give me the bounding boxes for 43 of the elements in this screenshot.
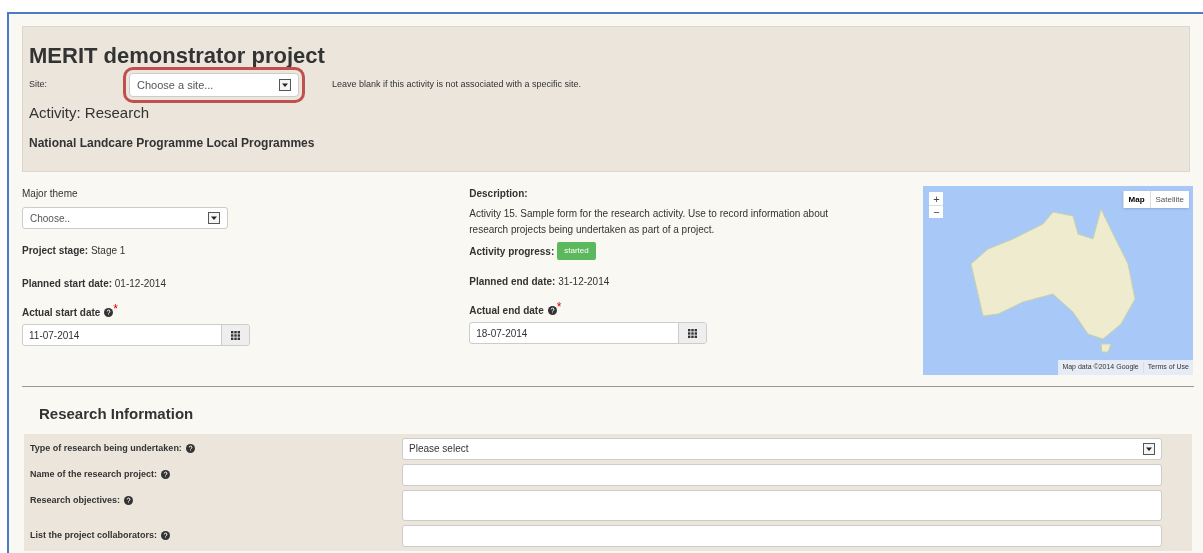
calendar-button[interactable] — [221, 325, 249, 345]
help-icon — [104, 308, 114, 317]
help-icon — [547, 306, 557, 315]
field-label: Research objectives: — [24, 489, 402, 507]
status-badge: started — [557, 242, 596, 260]
description-text: Activity 15. Sample form for the research activity. Use to record information about research projects being undertaken as part of a project. — [469, 207, 830, 237]
activity-progress-label: Activity progress: — [469, 244, 555, 259]
project-title: MERIT demonstrator project — [29, 43, 325, 69]
site-label: Site: — [29, 78, 48, 92]
description-label: Description: — [469, 187, 528, 201]
project-stage: Project stage: Stage 1 — [22, 244, 126, 258]
required-asterisk: * — [556, 303, 562, 311]
actual-end-field[interactable]: 18-07-2014 — [469, 322, 708, 344]
actual-start-label: Actual start date — [22, 306, 101, 320]
map-type-tab[interactable]: Map — [1122, 191, 1150, 208]
section-title: Research Information — [39, 404, 194, 424]
help-icon — [185, 443, 195, 453]
grid-icon — [231, 330, 240, 340]
field-label: List the project collaborators: — [24, 524, 402, 542]
help-icon — [161, 530, 171, 540]
major-theme-select[interactable]: Choose.. — [22, 207, 228, 229]
activity-heading: Activity: Research — [29, 103, 150, 123]
map-type-tab[interactable]: Satellite — [1149, 191, 1189, 208]
actual-start-field[interactable]: 11-07-2014 — [22, 324, 250, 346]
calendar-button[interactable] — [678, 323, 707, 343]
zoom-out-button[interactable]: − — [929, 205, 944, 218]
planned-end-date: Planned end date: 31-12-2014 — [469, 275, 610, 289]
research-type-select[interactable]: Please select — [402, 437, 1162, 460]
site-hint: Leave blank if this activity is not associated with a specific site. — [332, 78, 582, 92]
programme-name: National Landcare Programme Local Programmes — [29, 134, 315, 152]
text-field[interactable] — [402, 524, 1162, 547]
field-label: Type of research being undertaken: — [24, 437, 402, 455]
help-icon — [161, 469, 171, 479]
grid-icon — [688, 328, 698, 338]
text-area[interactable] — [402, 489, 1162, 521]
zoom-in-button[interactable]: + — [929, 192, 944, 205]
field-label: Name of the research project: — [24, 463, 402, 481]
planned-start-date: Planned start date: 01-12-2014 — [22, 277, 166, 291]
help-icon — [124, 495, 134, 505]
text-field[interactable] — [402, 463, 1162, 486]
required-asterisk: * — [113, 305, 119, 313]
actual-end-label: Actual end date — [469, 304, 544, 318]
major-theme-label: Major theme — [22, 187, 78, 201]
